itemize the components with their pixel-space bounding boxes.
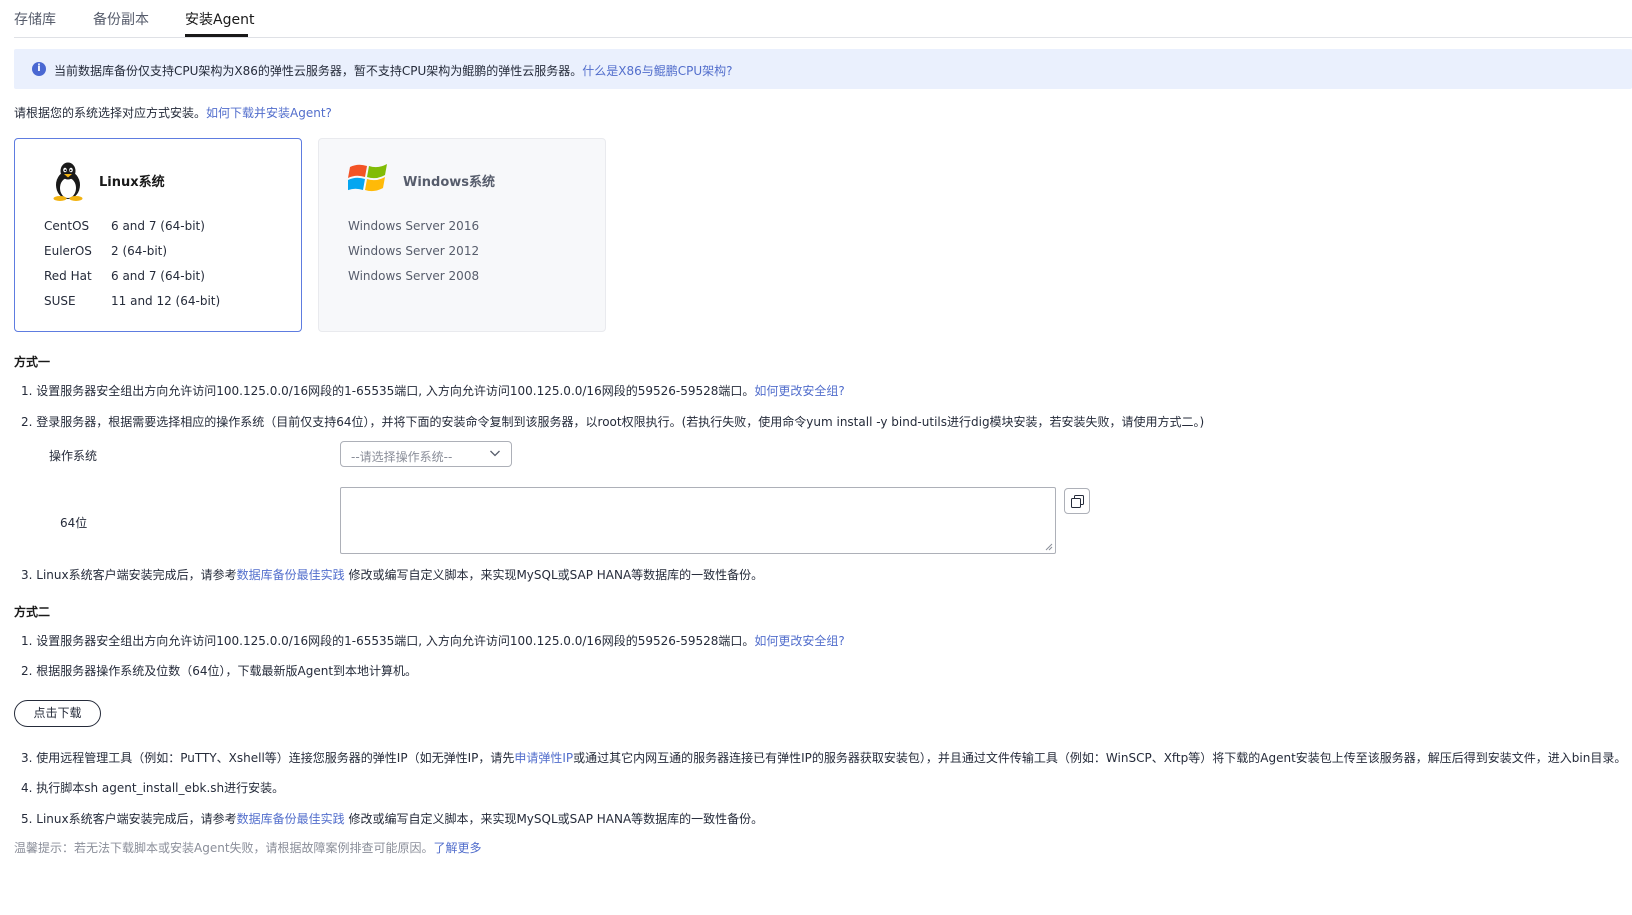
windows-os-row: Windows Server 2016	[348, 219, 480, 233]
tab-install-agent[interactable]: 安装Agent	[185, 9, 254, 29]
windows-os-row: Windows Server 2008	[348, 269, 480, 283]
step-text: 5. Linux系统客户端安装完成后，请参考	[21, 812, 237, 826]
os-name: Red Hat	[44, 269, 92, 283]
method1-step2: 2. 登录服务器，根据需要选择相应的操作系统（目前仅支持64位），并将下面的安装…	[21, 415, 1205, 429]
method2-step2: 2. 根据服务器操作系统及位数（64位），下载最新版Agent到本地计算机。	[21, 664, 418, 678]
learn-more-link[interactable]: 了解更多	[434, 841, 482, 855]
linux-os-row: EulerOS 2 (64-bit)	[44, 244, 167, 258]
how-to-install-agent-link[interactable]: 如何下载并安装Agent?	[206, 106, 332, 120]
linux-os-row: SUSE 11 and 12 (64-bit)	[44, 294, 220, 308]
tux-penguin-icon	[53, 162, 83, 201]
linux-os-card[interactable]: Linux系统 CentOS 6 and 7 (64-bit) EulerOS 2 …	[14, 138, 302, 332]
os-name: EulerOS	[44, 244, 92, 258]
tab-backup-copies[interactable]: 备份副本	[93, 9, 149, 29]
step-text: 修改或编写自定义脚本，来实现MySQL或SAP HANA等数据库的一致性备份。	[344, 812, 764, 826]
os-version: 2 (64-bit)	[111, 244, 168, 258]
os-version: 11 and 12 (64-bit)	[111, 294, 221, 308]
linux-os-row: Red Hat 6 and 7 (64-bit)	[44, 269, 205, 283]
copy-icon	[1071, 495, 1084, 508]
step-text: 修改或编写自定义脚本，来实现MySQL或SAP HANA等数据库的一致性备份。	[344, 568, 764, 582]
warm-tip: 温馨提示：若无法下载脚本或安装Agent失败，请根据故障案例排查可能原因。了解更…	[14, 839, 482, 856]
copy-command-button[interactable]	[1064, 488, 1090, 514]
method2-step3: 3. 使用远程管理工具（例如：PuTTY、Xshell等）连接您服务器的弹性IP…	[21, 749, 1626, 766]
os-name: SUSE	[44, 294, 76, 308]
step-text: 1. 设置服务器安全组出方向允许访问100.125.0.0/16网段的1-655…	[21, 384, 755, 398]
step-text: 或通过其它内网互通的服务器连接已有弹性IP的服务器获取安装包），并且通过文件传输…	[573, 751, 1627, 765]
linux-os-row: CentOS 6 and 7 (64-bit)	[44, 219, 205, 233]
method2-step1: 1. 设置服务器安全组出方向允许访问100.125.0.0/16网段的1-655…	[21, 632, 845, 649]
tab-bar: 存储库 备份副本 安装Agent	[14, 0, 1632, 38]
step-text: 3. 使用远程管理工具（例如：PuTTY、Xshell等）连接您服务器的弹性IP…	[21, 751, 515, 765]
windows-os-card[interactable]: Windows系统 Windows Server 2016 Windows Se…	[318, 138, 606, 332]
step-text: 3. Linux系统客户端安装完成后，请参考	[21, 568, 237, 582]
best-practice-link[interactable]: 数据库备份最佳实践	[237, 568, 345, 582]
active-tab-indicator	[185, 34, 248, 37]
resize-grip-icon[interactable]	[1045, 543, 1053, 551]
install-command-textarea[interactable]	[340, 487, 1056, 554]
install-hint-text: 请根据您的系统选择对应方式安装。	[14, 106, 207, 120]
os-version: 6 and 7 (64-bit)	[111, 219, 205, 233]
change-security-group-link[interactable]: 如何更改安全组?	[754, 384, 844, 398]
step-text: 1. 设置服务器安全组出方向允许访问100.125.0.0/16网段的1-655…	[21, 634, 755, 648]
method1-step1: 1. 设置服务器安全组出方向允许访问100.125.0.0/16网段的1-655…	[21, 382, 845, 399]
method-one-title: 方式一	[14, 355, 51, 369]
method2-step5: 5. Linux系统客户端安装完成后，请参考数据库备份最佳实践 修改或编写自定义…	[21, 810, 763, 827]
method2-step4: 4. 执行脚本sh agent_install_ebk.sh进行安装。	[21, 781, 285, 795]
linux-card-title: Linux系统	[99, 175, 165, 190]
os-select[interactable]: --请选择操作系统--	[340, 441, 512, 467]
bit-label: 64位	[60, 516, 88, 530]
os-version: 6 and 7 (64-bit)	[111, 269, 205, 283]
chevron-down-icon	[490, 450, 500, 457]
method-two-title: 方式二	[14, 605, 51, 619]
os-name: CentOS	[44, 219, 90, 233]
os-select-label: 操作系统	[49, 449, 98, 463]
download-button[interactable]: 点击下载	[14, 700, 101, 727]
apply-eip-link[interactable]: 申请弹性IP	[514, 751, 573, 765]
windows-card-title: Windows系统	[403, 175, 496, 190]
best-practice-link[interactable]: 数据库备份最佳实践	[237, 812, 345, 826]
info-banner: i 当前数据库备份仅支持CPU架构为X86的弹性云服务器，暂不支持CPU架构为鲲…	[14, 49, 1632, 89]
install-hint: 请根据您的系统选择对应方式安装。如何下载并安装Agent?	[14, 104, 332, 121]
info-message: 当前数据库备份仅支持CPU架构为X86的弹性云服务器，暂不支持CPU架构为鲲鹏的…	[54, 64, 583, 78]
change-security-group-link[interactable]: 如何更改安全组?	[754, 634, 844, 648]
windows-os-row: Windows Server 2012	[348, 244, 480, 258]
info-text: 当前数据库备份仅支持CPU架构为X86的弹性云服务器，暂不支持CPU架构为鲲鹏的…	[54, 62, 733, 79]
windows-flag-icon	[348, 164, 387, 192]
cpu-architecture-link[interactable]: 什么是X86与鲲鹏CPU架构?	[582, 64, 732, 78]
os-select-placeholder: --请选择操作系统--	[351, 450, 453, 464]
method1-step3: 3. Linux系统客户端安装完成后，请参考数据库备份最佳实践 修改或编写自定义…	[21, 566, 763, 583]
info-icon: i	[32, 62, 46, 76]
tip-text: 温馨提示：若无法下载脚本或安装Agent失败，请根据故障案例排查可能原因。	[14, 841, 434, 855]
tab-repository[interactable]: 存储库	[14, 9, 56, 29]
